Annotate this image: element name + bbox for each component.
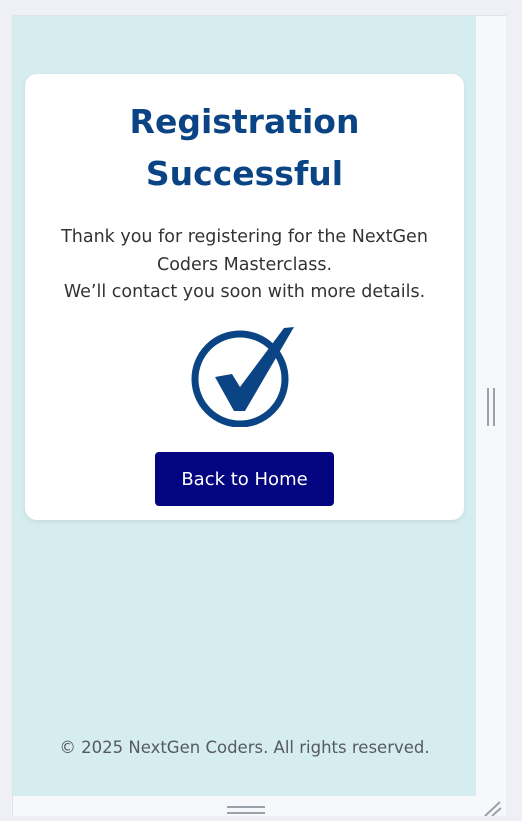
success-card: Registration Successful Thank you for re…	[25, 74, 464, 520]
confirmation-message: Thank you for registering for the NextGe…	[51, 224, 438, 307]
back-to-home-button[interactable]: Back to Home	[155, 452, 334, 506]
page-viewport: Registration Successful Thank you for re…	[13, 16, 476, 796]
corner-resize-icon[interactable]	[483, 801, 503, 817]
message-line-1: Thank you for registering for the NextGe…	[61, 227, 428, 275]
check-circle-icon	[190, 322, 300, 427]
preview-frame: Registration Successful Thank you for re…	[12, 15, 506, 817]
footer-copyright: © 2025 NextGen Coders. All rights reserv…	[59, 738, 430, 757]
page-title: Registration Successful	[129, 102, 360, 193]
vertical-resize-handle[interactable]	[487, 388, 497, 426]
message-line-2: We’ll contact you soon with more details…	[63, 282, 426, 302]
